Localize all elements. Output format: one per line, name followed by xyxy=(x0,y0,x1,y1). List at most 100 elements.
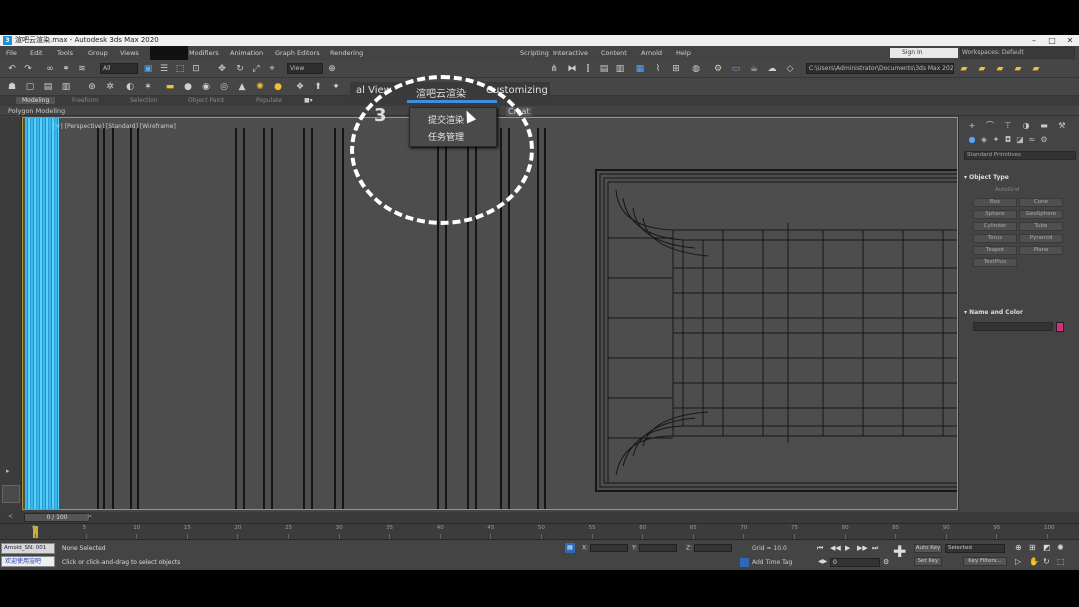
time-slider-thumb[interactable]: 0 / 100 xyxy=(24,513,90,522)
rectangular-region-icon[interactable]: ⬚ xyxy=(174,63,186,75)
x-field[interactable] xyxy=(590,544,629,552)
sign-in-button[interactable]: Sign In xyxy=(890,48,958,58)
helper-icon[interactable]: ✦ xyxy=(330,81,342,93)
menu-file[interactable]: File xyxy=(6,49,17,57)
render-setup-icon[interactable]: ⚙ xyxy=(712,63,724,75)
geosphere-icon[interactable]: ◉ xyxy=(200,81,212,93)
cylinder-button[interactable]: Cylinder xyxy=(973,222,1017,231)
time-tag-icon[interactable] xyxy=(740,558,749,567)
submit-render-item[interactable]: 提交渲染 xyxy=(428,113,464,126)
menu-customizing[interactable]: Customizing xyxy=(486,85,548,96)
y-field[interactable] xyxy=(638,544,677,552)
tab-object-paint[interactable]: Object Paint xyxy=(188,97,224,104)
scale-icon[interactable]: ⤢ xyxy=(250,63,262,75)
maximize-icon[interactable]: □ xyxy=(1043,35,1061,46)
tube-button[interactable]: Tube xyxy=(1019,222,1063,231)
next-key-icon[interactable]: ▶▶ xyxy=(857,544,868,552)
teapot-icon[interactable]: ☗ xyxy=(6,81,18,93)
menu-animation[interactable]: Animation xyxy=(230,49,263,57)
torus-button[interactable]: Torus xyxy=(973,234,1017,243)
open-folder-icon[interactable]: ▰ xyxy=(976,63,988,75)
helpers-category-icon[interactable]: ◪ xyxy=(1015,135,1025,145)
align-icon[interactable]: ⫿ xyxy=(582,63,594,75)
go-to-end-icon[interactable]: ⏭ xyxy=(872,544,878,553)
tab-selection[interactable]: Selection xyxy=(130,97,158,104)
window-crossing-icon[interactable]: ⊡ xyxy=(190,63,202,75)
geosphere-button[interactable]: GeoSphere xyxy=(1019,210,1063,219)
light-icon[interactable]: ✲ xyxy=(104,81,116,93)
rendered-frame-window-icon[interactable]: ▭ xyxy=(730,63,742,75)
menu-rendering[interactable]: Rendering xyxy=(330,49,363,57)
box-icon[interactable]: ▢ xyxy=(24,81,36,93)
particles-icon[interactable]: ❖ xyxy=(294,81,306,93)
selection-filter-combo[interactable]: All xyxy=(100,63,138,74)
rotate-icon[interactable]: ↻ xyxy=(234,63,246,75)
menu-partial-view[interactable]: al View xyxy=(356,85,392,96)
box-button[interactable]: Box xyxy=(973,198,1017,207)
prev-frame-arrow-icon[interactable]: < xyxy=(8,513,13,520)
curve-editor-icon[interactable]: ⌇ xyxy=(652,63,664,75)
display-tab-icon[interactable]: ▬ xyxy=(1039,121,1049,131)
ribbon-options-icon[interactable]: ■▾ xyxy=(304,97,313,104)
menu-arnold[interactable]: Arnold xyxy=(641,49,662,57)
geometry-icon[interactable]: ● xyxy=(967,135,977,145)
reference-coordinate-combo[interactable]: View xyxy=(287,63,323,74)
prev-key-icon[interactable]: ◀◀ xyxy=(830,544,841,552)
maxscript-listener-bottom[interactable]: 欢迎使用渲吧 xyxy=(1,556,55,567)
zoom-all-icon[interactable]: ⊞ xyxy=(1029,543,1036,552)
move-icon[interactable]: ✥ xyxy=(216,63,228,75)
hierarchy-tab-icon[interactable]: ⊤ xyxy=(1003,121,1013,131)
pivot-center-icon[interactable]: ⊕ xyxy=(326,63,338,75)
time-config-icon[interactable]: ⚙ xyxy=(883,558,889,566)
orbit-icon[interactable]: ✺ xyxy=(1057,543,1064,552)
auto-key-button[interactable]: Auto Key xyxy=(914,544,942,553)
cameras-category-icon[interactable]: ◘ xyxy=(1003,135,1013,145)
create-tab-icon[interactable]: + xyxy=(967,121,977,131)
unlink-icon[interactable]: ⚭ xyxy=(60,63,72,75)
expand-arrow-icon[interactable]: ▸ xyxy=(6,467,10,475)
select-by-name-icon[interactable]: ☰ xyxy=(158,63,170,75)
menu-content[interactable]: Content xyxy=(601,49,627,57)
task-management-item[interactable]: 任务管理 xyxy=(428,130,464,143)
menu-views[interactable]: Views xyxy=(120,49,139,57)
scene-icon[interactable]: ▥ xyxy=(60,81,72,93)
polygon-modeling-label[interactable]: Polygon Modeling xyxy=(8,107,65,115)
sun-icon[interactable]: ✺ xyxy=(254,81,266,93)
menu-edit[interactable]: Edit xyxy=(30,49,43,57)
redo-icon[interactable]: ↷ xyxy=(22,63,34,75)
set-keys-plus-icon[interactable]: ✚ xyxy=(893,544,906,560)
render-production-icon[interactable]: ☕ xyxy=(748,63,760,75)
ribbon-toggle-icon[interactable]: ▦ xyxy=(634,63,646,75)
go-to-start-icon[interactable]: ⏮ xyxy=(817,544,823,553)
skylight-icon[interactable]: ● xyxy=(272,81,284,93)
save-folder-icon[interactable]: ▰ xyxy=(994,63,1006,75)
project-folder-icon[interactable]: ▰ xyxy=(958,63,970,75)
key-selection-combo[interactable]: Selected xyxy=(945,544,1005,553)
plane-icon[interactable]: ▬ xyxy=(164,81,176,93)
torus-icon[interactable]: ◎ xyxy=(218,81,230,93)
mirror-icon[interactable]: ⧓ xyxy=(566,63,578,75)
minimize-icon[interactable]: – xyxy=(1025,35,1043,46)
tab-populate[interactable]: Populate xyxy=(256,97,282,104)
next-frame-arrow-icon[interactable]: > xyxy=(87,513,92,520)
maxscript-listener-top[interactable]: Arnold_SN: 001 xyxy=(1,543,55,554)
time-slider[interactable]: < 0 / 100 > xyxy=(0,512,1079,523)
play-icon[interactable]: ▶ xyxy=(845,544,850,552)
shapes-icon[interactable]: ✶ xyxy=(142,81,154,93)
camera-icon[interactable]: ⊛ xyxy=(86,81,98,93)
project-path-combo[interactable]: C:\Users\Administrator\Documents\3ds Max… xyxy=(806,63,954,74)
name-and-color-rollout[interactable]: ▾ Name and Color xyxy=(964,309,1076,316)
add-time-tag[interactable]: Add Time Tag xyxy=(752,559,792,566)
systems-category-icon[interactable]: ⚙ xyxy=(1039,135,1049,145)
speaker-icon[interactable]: ◐ xyxy=(124,81,136,93)
snaps-toggle-icon[interactable]: ⋔ xyxy=(548,63,560,75)
menu-modifiers[interactable]: Modifiers xyxy=(189,49,219,57)
pyramid-button[interactable]: Pyramid xyxy=(1019,234,1063,243)
scene-explorer-icon[interactable]: ▤ xyxy=(598,63,610,75)
viewport-layout-button[interactable] xyxy=(2,485,20,503)
object-type-rollout[interactable]: ▾ Object Type xyxy=(964,174,1076,181)
object-name-field[interactable] xyxy=(973,322,1053,331)
layer-explorer-icon[interactable]: ▥ xyxy=(614,63,626,75)
key-mode-icon[interactable]: ◀▶ xyxy=(818,558,827,565)
sphere-icon[interactable]: ● xyxy=(182,81,194,93)
